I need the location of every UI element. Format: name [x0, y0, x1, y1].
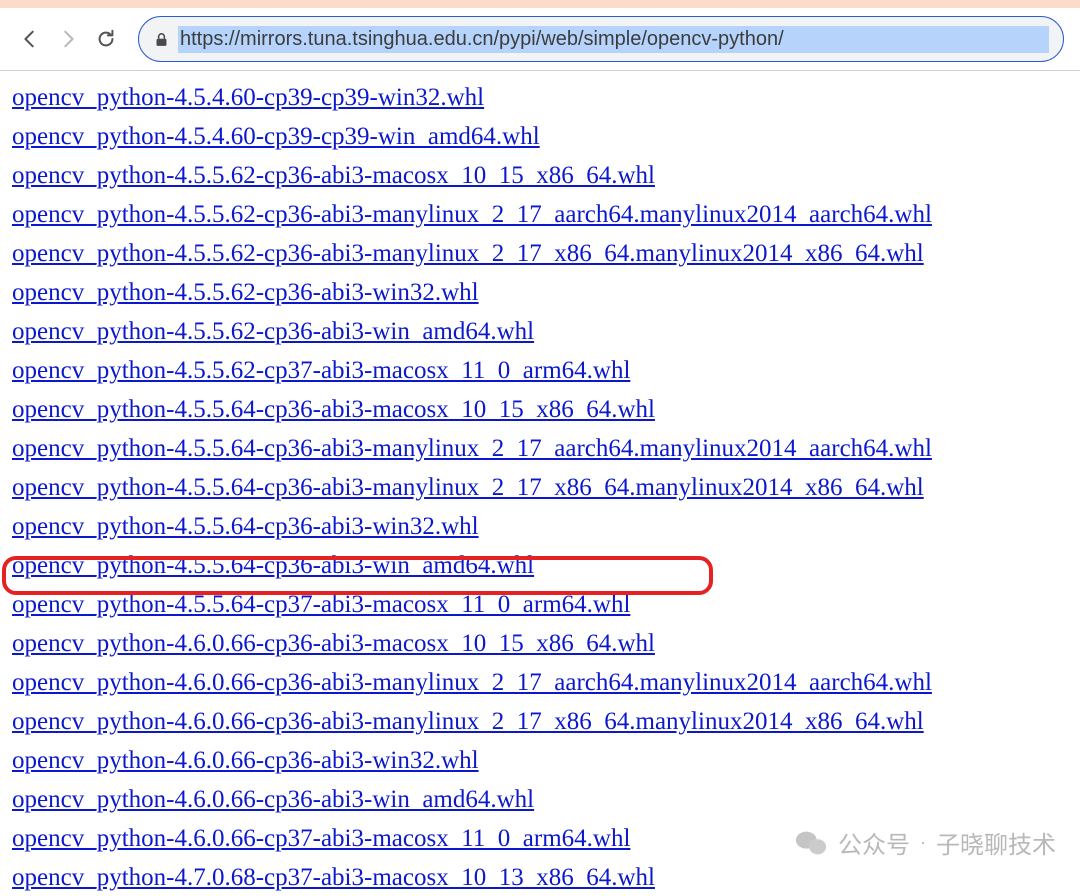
address-bar-url[interactable]: https://mirrors.tuna.tsinghua.edu.cn/pyp… [178, 26, 1049, 53]
lock-icon [153, 31, 170, 48]
reload-button[interactable] [92, 25, 120, 53]
address-bar[interactable]: https://mirrors.tuna.tsinghua.edu.cn/pyp… [138, 16, 1064, 62]
package-file-link[interactable]: opencv_python-4.6.0.66-cp36-abi3-win32.w… [12, 747, 479, 774]
forward-button[interactable] [54, 25, 82, 53]
package-file-link[interactable]: opencv_python-4.5.5.64-cp36-abi3-win32.w… [12, 513, 479, 540]
package-file-link[interactable]: opencv_python-4.5.5.62-cp36-abi3-macosx_… [12, 162, 655, 189]
package-file-link[interactable]: opencv_python-4.6.0.66-cp36-abi3-win_amd… [12, 786, 534, 813]
package-file-link[interactable]: opencv_python-4.5.5.62-cp36-abi3-win32.w… [12, 279, 479, 306]
package-file-link[interactable]: opencv_python-4.6.0.66-cp36-abi3-manylin… [12, 669, 932, 696]
package-file-link[interactable]: opencv_python-4.5.5.64-cp36-abi3-win_amd… [12, 552, 534, 579]
package-file-link[interactable]: opencv_python-4.5.5.64-cp36-abi3-macosx_… [12, 396, 655, 423]
package-index-page: opencv_python-4.5.4.60-cp39-cp39-win32.w… [0, 71, 1080, 896]
package-file-link[interactable]: opencv_python-4.5.4.60-cp39-cp39-win32.w… [12, 84, 484, 111]
package-file-link[interactable]: opencv_python-4.6.0.66-cp36-abi3-manylin… [12, 708, 924, 735]
back-button[interactable] [16, 25, 44, 53]
package-file-link[interactable]: opencv_python-4.5.5.62-cp37-abi3-macosx_… [12, 357, 630, 384]
package-file-link[interactable]: opencv_python-4.5.5.64-cp36-abi3-manylin… [12, 435, 932, 462]
window-top-strip [0, 0, 1080, 8]
package-file-link[interactable]: opencv_python-4.6.0.66-cp37-abi3-macosx_… [12, 825, 630, 852]
package-file-link[interactable]: opencv_python-4.5.5.62-cp36-abi3-win_amd… [12, 318, 534, 345]
package-file-link[interactable]: opencv_python-4.7.0.68-cp37-abi3-macosx_… [12, 864, 655, 891]
package-file-link[interactable]: opencv_python-4.6.0.66-cp36-abi3-macosx_… [12, 630, 655, 657]
package-file-link[interactable]: opencv_python-4.5.5.64-cp36-abi3-manylin… [12, 474, 924, 501]
package-file-link[interactable]: opencv_python-4.5.5.64-cp37-abi3-macosx_… [12, 591, 630, 618]
package-file-link[interactable]: opencv_python-4.5.4.60-cp39-cp39-win_amd… [12, 123, 540, 150]
browser-toolbar: https://mirrors.tuna.tsinghua.edu.cn/pyp… [0, 8, 1080, 71]
package-file-link[interactable]: opencv_python-4.5.5.62-cp36-abi3-manylin… [12, 201, 932, 228]
package-file-link[interactable]: opencv_python-4.5.5.62-cp36-abi3-manylin… [12, 240, 924, 267]
